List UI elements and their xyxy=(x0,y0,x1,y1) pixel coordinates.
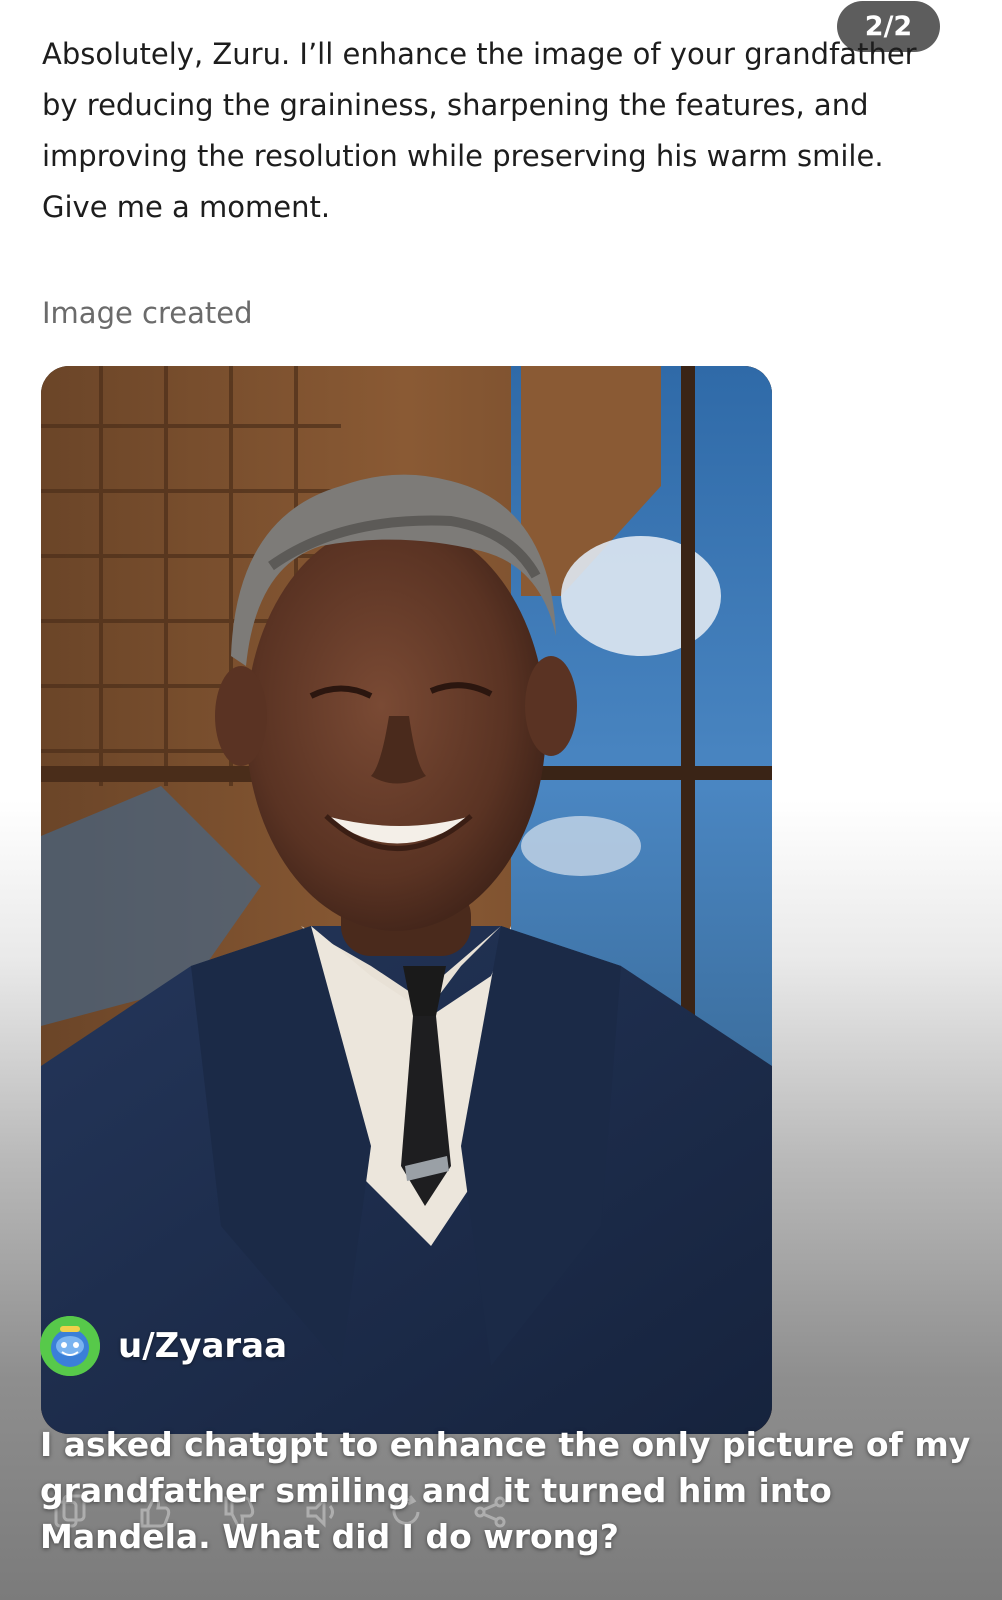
reddit-avatar[interactable] xyxy=(40,1316,100,1376)
generated-image[interactable] xyxy=(41,366,772,1434)
image-created-label: Image created xyxy=(42,296,253,330)
cloud xyxy=(561,536,721,656)
window-frame xyxy=(511,766,772,780)
window-frame xyxy=(681,366,695,1066)
post-caption: I asked chatgpt to enhance the only pict… xyxy=(40,1425,971,1556)
reddit-username[interactable]: u/Zyaraa xyxy=(118,1326,287,1366)
right-ear xyxy=(525,656,577,756)
portrait-illustration xyxy=(41,366,772,1434)
snoo-avatar-icon xyxy=(40,1316,100,1376)
reddit-user[interactable]: u/Zyaraa xyxy=(40,1316,287,1376)
assistant-message: Absolutely, Zuru. I’ll enhance the image… xyxy=(42,37,917,224)
cloud xyxy=(521,816,641,876)
left-ear xyxy=(215,666,267,766)
